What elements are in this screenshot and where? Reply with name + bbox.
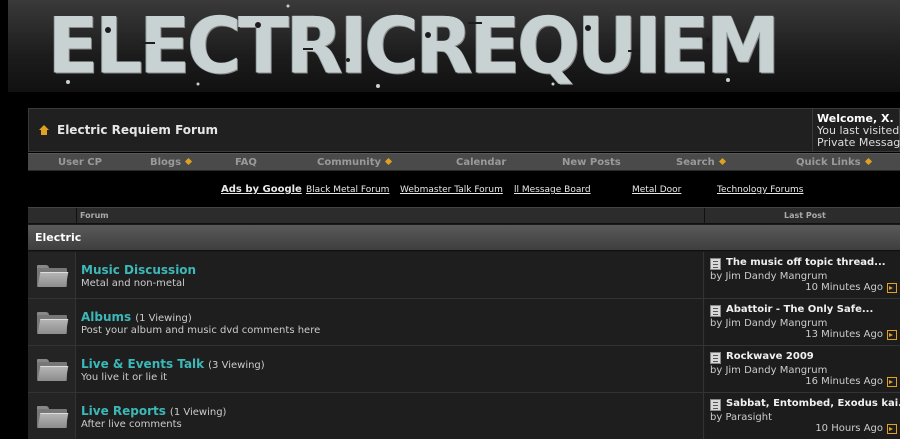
menu-quick-links[interactable]: Quick Links xyxy=(796,154,872,171)
main-menu: User CP Blogs FAQ Community Calendar New… xyxy=(28,153,900,171)
go-to-last-post-icon[interactable] xyxy=(887,424,897,434)
menu-calendar[interactable]: Calendar xyxy=(456,154,506,171)
table-header: Forum Last Post xyxy=(28,207,900,224)
last-post-time: 13 Minutes Ago xyxy=(805,329,883,340)
ads-row: Ads by Google Black Metal Forum Webmaste… xyxy=(0,184,900,198)
ad-link[interactable]: ll Message Board xyxy=(514,185,591,195)
post-icon xyxy=(710,399,721,411)
forum-info-cell: Live & Events Talk (3 Viewing) You live i… xyxy=(77,346,704,392)
last-post-time: 10 Hours Ago xyxy=(815,423,883,434)
go-to-last-post-icon[interactable] xyxy=(887,377,897,387)
forum-title-link[interactable]: Live & Events Talk (3 Viewing) xyxy=(81,357,265,371)
forum-banner: ELECTRICREQUIEM xyxy=(8,0,900,92)
forum-row: Albums (1 Viewing) Post your album and mu… xyxy=(28,299,900,346)
ad-link[interactable]: Metal Door xyxy=(632,185,681,195)
dropdown-arrow-icon xyxy=(864,157,872,166)
last-post-time: 16 Minutes Ago xyxy=(805,376,883,387)
header-divider xyxy=(76,208,77,224)
post-icon xyxy=(710,305,721,317)
last-post-title-link[interactable]: Rockwave 2009 xyxy=(726,351,814,362)
forum-description: Metal and non-metal xyxy=(81,278,185,289)
ads-by-google-link[interactable]: Ads by Google xyxy=(221,184,302,195)
ad-link[interactable]: Black Metal Forum xyxy=(306,185,389,195)
navbar: Electric Requiem Forum Welcome, X. You l… xyxy=(28,108,900,152)
forum-status-cell xyxy=(28,393,76,439)
last-post-author[interactable]: by Jim Dandy Mangrum xyxy=(710,318,827,329)
folder-icon xyxy=(37,359,69,381)
post-icon xyxy=(710,258,721,270)
column-header-forum: Forum xyxy=(80,211,109,220)
column-header-last-post: Last Post xyxy=(784,211,826,220)
menu-user-cp[interactable]: User CP xyxy=(58,154,102,171)
forum-info-cell: Music Discussion Metal and non-metal xyxy=(77,252,704,298)
forum-info-cell: Live Reports (1 Viewing) After live comme… xyxy=(77,393,704,439)
last-post-cell: Rockwave 2009 by Jim Dandy Mangrum 16 Mi… xyxy=(705,346,900,392)
last-post-author[interactable]: by Parasight xyxy=(710,412,772,423)
forum-status-cell xyxy=(28,299,76,345)
last-post-cell: Sabbat, Entombed, Exodus kai... by Paras… xyxy=(705,393,900,439)
welcome-panel: Welcome, X. You last visited: 1 Private … xyxy=(817,113,900,149)
last-post-cell: Abattoir - The Only Safe... by Jim Dandy… xyxy=(705,299,900,345)
category-row: Electric xyxy=(28,225,900,251)
folder-icon xyxy=(37,406,69,428)
forum-description: Post your album and music dvd comments h… xyxy=(81,325,321,336)
ad-link[interactable]: Webmaster Talk Forum xyxy=(400,185,503,195)
private-messages-link[interactable]: Private Messages xyxy=(817,137,900,149)
forum-table: Forum Last Post Electric Music Discussio… xyxy=(28,207,900,439)
go-to-last-post-icon[interactable] xyxy=(887,283,897,293)
forum-info-cell: Albums (1 Viewing) Post your album and mu… xyxy=(77,299,704,345)
last-post-title-link[interactable]: Abattoir - The Only Safe... xyxy=(726,304,873,315)
viewing-count: (3 Viewing) xyxy=(208,360,265,371)
dropdown-arrow-icon xyxy=(718,157,726,166)
post-icon xyxy=(710,352,721,364)
ad-link[interactable]: Technology Forums xyxy=(717,185,804,195)
dropdown-arrow-icon xyxy=(384,157,393,166)
forum-title-link[interactable]: Albums (1 Viewing) xyxy=(81,310,192,324)
viewing-count: (1 Viewing) xyxy=(169,407,227,418)
forum-row: Live Reports (1 Viewing) After live comme… xyxy=(28,393,900,439)
header-divider xyxy=(704,208,705,224)
forum-row: Music Discussion Metal and non-metal The… xyxy=(28,252,900,299)
viewing-count: (1 Viewing) xyxy=(135,313,192,324)
menu-community[interactable]: Community xyxy=(317,154,393,171)
forum-description: You live it or lie it xyxy=(81,372,168,383)
last-post-title-link[interactable]: The music off topic thread... xyxy=(726,257,886,268)
forum-description: After live comments xyxy=(81,419,182,430)
go-to-last-post-icon[interactable] xyxy=(887,330,897,340)
last-post-cell: The music off topic thread... by Jim Dan… xyxy=(705,252,900,298)
forum-title-link[interactable]: Electric Requiem Forum xyxy=(57,123,218,137)
last-post-author[interactable]: by Jim Dandy Mangrum xyxy=(710,365,827,376)
forum-status-cell xyxy=(28,252,76,298)
folder-icon xyxy=(37,265,69,287)
folder-icon xyxy=(37,312,69,334)
last-post-time: 10 Minutes Ago xyxy=(805,282,883,293)
forum-row: Live & Events Talk (3 Viewing) You live i… xyxy=(28,346,900,393)
forum-title-link[interactable]: Live Reports (1 Viewing) xyxy=(81,404,226,418)
navbar-title-cell: Electric Requiem Forum xyxy=(29,109,813,151)
forum-title-link[interactable]: Music Discussion xyxy=(81,263,200,277)
home-icon[interactable] xyxy=(39,125,49,135)
last-post-author[interactable]: by Jim Dandy Mangrum xyxy=(710,271,827,282)
category-title[interactable]: Electric xyxy=(35,231,81,244)
menu-new-posts[interactable]: New Posts xyxy=(562,154,621,171)
forum-status-cell xyxy=(28,346,76,392)
site-logo[interactable]: ELECTRICREQUIEM xyxy=(48,0,780,92)
menu-faq[interactable]: FAQ xyxy=(235,154,257,171)
dropdown-arrow-icon xyxy=(184,157,193,166)
menu-blogs[interactable]: Blogs xyxy=(150,154,193,171)
menu-search[interactable]: Search xyxy=(676,154,726,171)
last-post-title-link[interactable]: Sabbat, Entombed, Exodus kai... xyxy=(726,398,900,409)
